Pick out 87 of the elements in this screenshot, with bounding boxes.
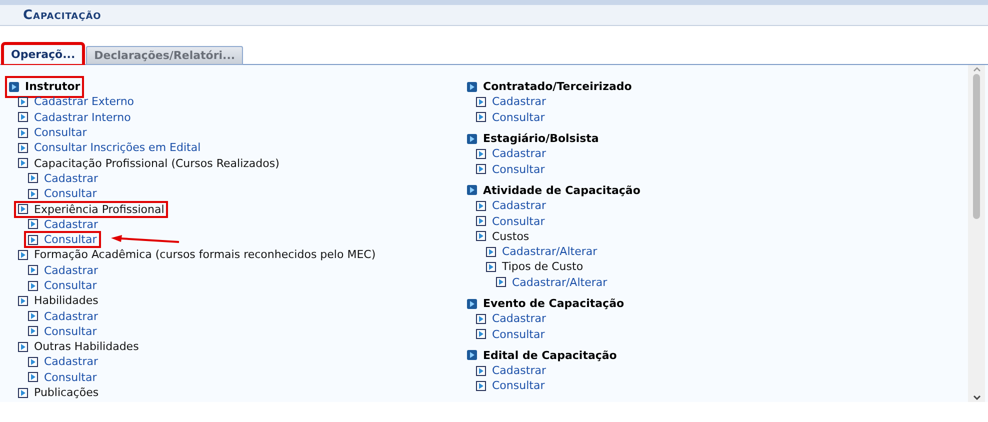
arrow-bullet-icon	[18, 388, 28, 398]
arrow-bullet-icon	[28, 234, 38, 245]
arrow-bullet-icon	[28, 265, 38, 276]
menu-group-item[interactable]: Experiência Profissional	[16, 202, 166, 216]
menu-link[interactable]: Consultar	[474, 110, 547, 124]
menu-link[interactable]: Cadastrar	[474, 312, 548, 326]
menu-link[interactable]: Consultar	[26, 187, 99, 200]
arrow-bullet-icon	[476, 164, 486, 174]
arrow-bullet-icon	[467, 298, 477, 309]
section-heading: Atividade de Capacitação	[465, 181, 642, 200]
menu-link[interactable]: Cadastrar	[474, 199, 548, 212]
section-heading: Edital de Capacitação	[465, 346, 619, 364]
menu-group-item[interactable]: Publicações	[16, 386, 101, 400]
menu-link[interactable]: Consultar	[474, 328, 547, 341]
arrow-bullet-icon	[28, 372, 38, 382]
menu-link[interactable]: Cadastrar	[474, 364, 548, 378]
menu-link[interactable]: Cadastrar	[26, 218, 100, 231]
arrow-bullet-icon	[476, 366, 486, 376]
arrow-bullet-icon	[18, 296, 28, 306]
arrow-bullet-icon	[9, 82, 19, 92]
menu-group-item[interactable]: Outras Habilidades	[16, 340, 141, 354]
menu-group-item[interactable]: Habilidades	[16, 294, 100, 308]
menu-link[interactable]: Consultar	[26, 370, 99, 384]
arrow-bullet-icon	[476, 329, 486, 340]
menu-group-item[interactable]: Tipos de Custo	[484, 260, 586, 274]
arrow-bullet-icon	[28, 326, 38, 336]
section-heading: Estagiário/Bolsista	[465, 130, 601, 148]
menu-link[interactable]: Cadastrar	[26, 172, 100, 185]
arrow-bullet-icon	[476, 96, 486, 107]
arrow-bullet-icon	[476, 216, 486, 226]
menu-group-item[interactable]: Formação Acadêmica (cursos formais reconhecidos pelo MEC)	[16, 248, 378, 262]
menu-link[interactable]: Cadastrar	[26, 264, 100, 277]
arrow-bullet-icon	[476, 231, 486, 242]
section-heading: Evento de Capacitação	[465, 294, 626, 313]
arrow-bullet-icon	[28, 311, 38, 322]
arrow-bullet-icon	[496, 277, 506, 288]
arrow-bullet-icon	[18, 142, 28, 153]
arrow-bullet-icon	[467, 82, 477, 92]
arrow-bullet-icon	[18, 128, 28, 138]
arrow-bullet-icon	[476, 380, 486, 391]
menu-link[interactable]: Cadastrar	[26, 310, 100, 323]
menu-link[interactable]: Cadastrar	[474, 147, 548, 160]
arrow-bullet-icon	[476, 148, 486, 159]
arrow-bullet-icon	[28, 280, 38, 290]
arrow-bullet-icon	[486, 262, 496, 272]
arrow-bullet-icon	[28, 219, 38, 230]
arrow-bullet-icon	[28, 356, 38, 367]
menu-link[interactable]: Cadastrar Interno	[16, 110, 133, 124]
menu-link[interactable]: Cadastrar/Alterar	[484, 245, 600, 258]
menu-link[interactable]: Consultar	[26, 279, 99, 292]
menu-link[interactable]: Cadastrar	[474, 95, 548, 108]
arrow-bullet-icon	[467, 134, 477, 144]
menu-link[interactable]: Consultar Inscrições em Edital	[16, 141, 203, 154]
arrow-bullet-icon	[18, 204, 28, 214]
arrow-bullet-icon	[486, 246, 496, 257]
menu-link[interactable]: Cadastrar Externo	[16, 95, 136, 108]
scroll-down-icon[interactable]	[972, 395, 980, 400]
arrow-bullet-icon	[28, 188, 38, 199]
menu-link[interactable]: Consultar	[26, 324, 99, 338]
section-heading: Instrutor	[7, 78, 82, 96]
arrow-bullet-icon	[476, 200, 486, 211]
arrow-bullet-icon	[476, 112, 486, 122]
menu-link[interactable]: Consultar	[16, 126, 89, 140]
menu-group-item[interactable]: Custos	[474, 230, 532, 243]
section-heading: Contratado/Terceirizado	[465, 78, 634, 96]
menu-link[interactable]: Cadastrar	[26, 355, 100, 368]
menu-link[interactable]: Consultar	[26, 233, 99, 246]
page-title: Capacitação	[23, 8, 102, 22]
arrow-bullet-icon	[18, 342, 28, 352]
scrollbar[interactable]	[968, 65, 985, 402]
arrow-bullet-icon	[476, 314, 486, 324]
arrow-bullet-icon	[18, 158, 28, 168]
arrow-bullet-icon	[18, 112, 28, 122]
menu-link[interactable]: Consultar	[474, 379, 547, 392]
arrow-bullet-icon	[18, 250, 28, 260]
menu-link[interactable]: Consultar	[474, 214, 547, 228]
arrow-bullet-icon	[18, 96, 28, 107]
arrow-bullet-icon	[467, 350, 477, 360]
scrollbar-thumb[interactable]	[973, 74, 980, 219]
menu-link[interactable]: Cadastrar/Alterar	[494, 276, 610, 289]
arrow-bullet-icon	[467, 185, 477, 196]
tab[interactable]: Declarações/Relatóri...	[86, 46, 244, 65]
tab[interactable]: Operaçõ...	[3, 44, 84, 65]
menu-group-item[interactable]: Capacitação Profissional (Cursos Realizados)	[16, 156, 282, 170]
scroll-up-icon[interactable]	[972, 67, 980, 72]
arrow-bullet-icon	[28, 173, 38, 184]
menu-link[interactable]: Consultar	[474, 162, 547, 176]
